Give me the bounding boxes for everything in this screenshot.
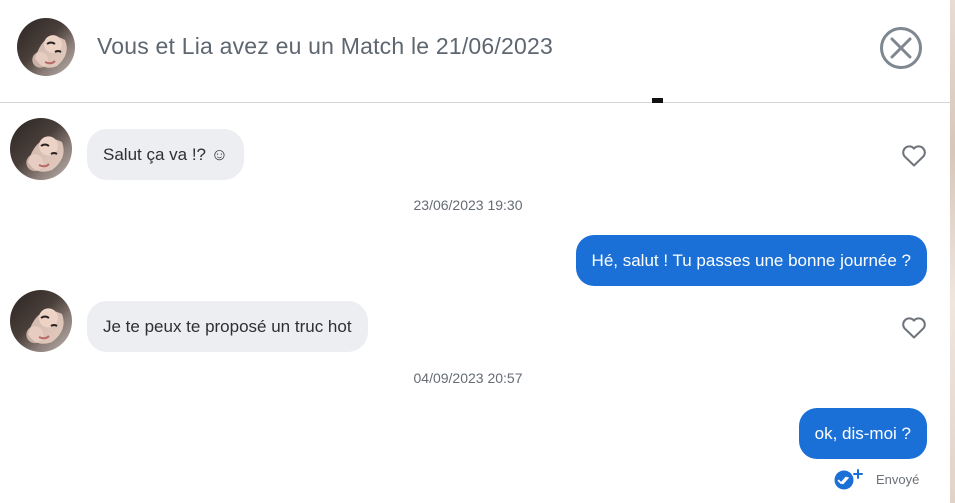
incoming-message: Salut ça va !? ☺: [87, 129, 245, 180]
background-strip: [950, 0, 955, 503]
outgoing-message: ok, dis-moi ?: [798, 408, 927, 459]
status-label: Envoyé: [876, 471, 920, 487]
page-title: Vous et Lia avez eu un Match le 21/06/20…: [97, 33, 553, 59]
close-button[interactable]: [879, 26, 923, 70]
outgoing-message: Hé, salut ! Tu passes une bonne journée …: [575, 235, 927, 286]
sender-avatar[interactable]: [10, 118, 72, 180]
message-timestamp: 23/06/2023 19:30: [413, 197, 523, 213]
like-button[interactable]: [901, 144, 927, 168]
heart-icon: [902, 145, 926, 167]
double-check-icon: [834, 469, 863, 490]
scroll-marker: [652, 98, 663, 103]
like-button[interactable]: [901, 316, 927, 340]
sender-avatar[interactable]: [10, 290, 72, 352]
message-timestamp: 04/09/2023 20:57: [413, 370, 523, 386]
delivery-status: Envoyé: [833, 468, 919, 490]
heart-icon: [902, 317, 926, 339]
close-circle-icon: [880, 27, 922, 69]
match-avatar[interactable]: [17, 18, 75, 76]
incoming-message: Je te peux te proposé un truc hot: [87, 301, 368, 352]
chat-header: Vous et Lia avez eu un Match le 21/06/20…: [0, 0, 950, 103]
